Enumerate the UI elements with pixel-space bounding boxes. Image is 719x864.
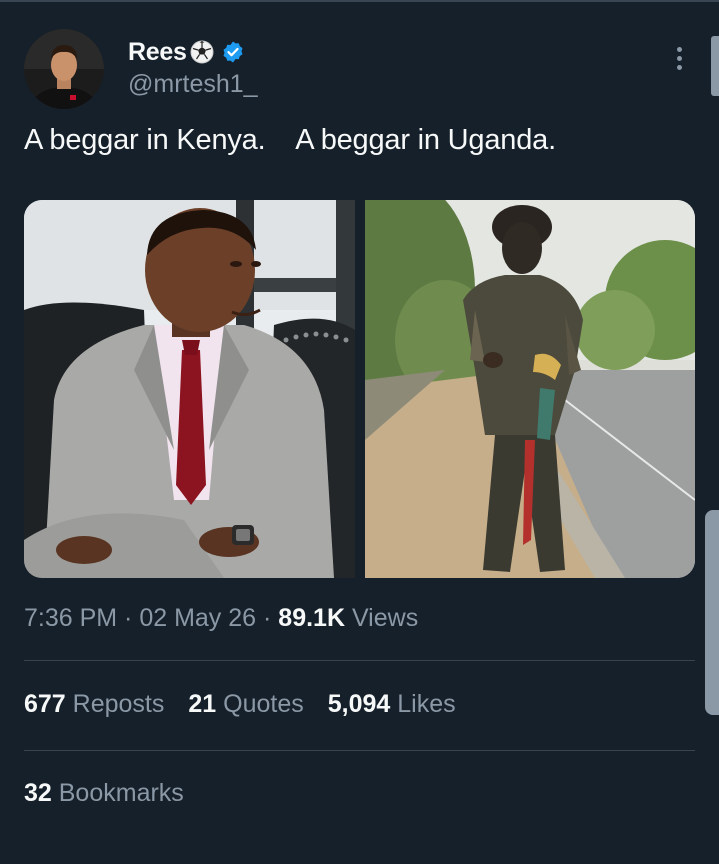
avatar-image: [24, 29, 104, 109]
more-dot-icon: [676, 64, 682, 70]
meta-separator: ·: [256, 604, 279, 632]
media-photo-1[interactable]: [24, 200, 355, 578]
scrollbar-thumb[interactable]: [711, 36, 719, 96]
tweet-meta: 7:36 PM · 02 May 26 · 89.1K Views: [24, 604, 418, 633]
author-handle[interactable]: @mrtesh1_: [128, 70, 258, 99]
reposts-label: Reposts: [65, 690, 165, 718]
tweet-text: A beggar in Kenya. A beggar in Uganda.: [24, 124, 556, 156]
engagement-stats: 677 Reposts 21 Quotes 5,094 Likes: [24, 690, 456, 719]
meta-separator: ·: [117, 604, 140, 632]
tweet-time[interactable]: 7:36 PM: [24, 604, 117, 632]
photo-man-on-roadside-image: [364, 200, 695, 578]
likes-stat[interactable]: 5,094 Likes: [328, 690, 456, 719]
reposts-count: 677: [24, 690, 66, 718]
tweet-detail-page: Rees @mrtesh1_ A beggar in Kenya. A begg…: [0, 0, 719, 864]
tweet-date[interactable]: 02 May 26: [139, 604, 256, 632]
author-name-row[interactable]: Rees: [128, 36, 245, 68]
divider: [24, 750, 695, 751]
quotes-label: Quotes: [216, 690, 304, 718]
media-photo-2[interactable]: [364, 200, 696, 578]
bookmarks-stat[interactable]: 32 Bookmarks: [24, 779, 184, 808]
bookmarks-count: 32: [24, 779, 52, 807]
likes-count: 5,094: [327, 690, 391, 718]
more-dot-icon: [676, 55, 682, 61]
more-dot-icon: [676, 46, 682, 52]
top-divider: [0, 0, 719, 2]
side-panel-handle[interactable]: [705, 510, 719, 715]
photo-man-in-suit-image: [24, 200, 355, 578]
reposts-stat[interactable]: 677 Reposts: [24, 690, 164, 719]
soccer-ball-icon: [190, 40, 214, 64]
views-label: Views: [345, 604, 419, 632]
tweet-media-grid[interactable]: [24, 200, 695, 578]
bookmarks-label: Bookmarks: [51, 779, 184, 807]
views-count: 89.1K: [278, 604, 346, 632]
display-name[interactable]: Rees: [128, 38, 187, 67]
more-options-button[interactable]: [664, 40, 694, 76]
verified-badge-icon: [223, 41, 243, 63]
quotes-count: 21: [188, 690, 217, 718]
divider: [24, 660, 695, 661]
avatar[interactable]: [24, 29, 104, 109]
quotes-stat[interactable]: 21 Quotes: [188, 690, 303, 719]
likes-label: Likes: [390, 690, 456, 718]
